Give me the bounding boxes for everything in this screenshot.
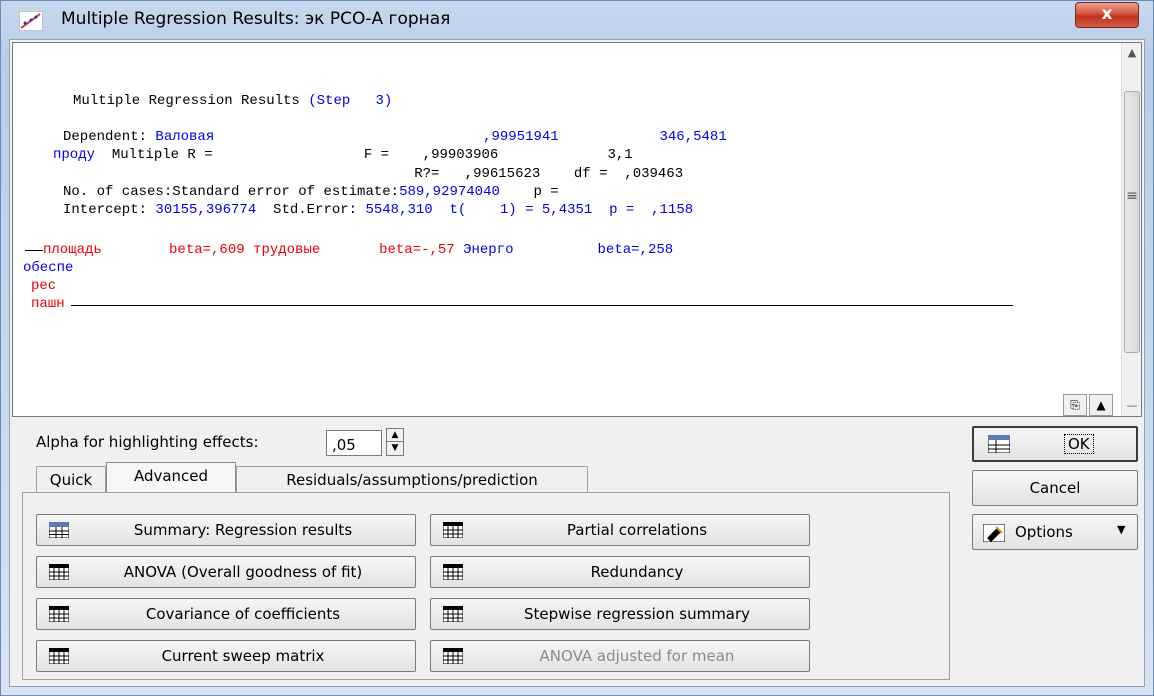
output-dependent-line: Dependent: Валовая ,99951941 346,5481 (63, 129, 727, 145)
alpha-spinner[interactable]: ▲ ▼ (386, 428, 404, 456)
table-icon (443, 606, 463, 622)
alpha-input[interactable] (326, 430, 382, 456)
table-icon (443, 564, 463, 580)
close-icon: x (1101, 4, 1113, 24)
output-rule-left (25, 250, 43, 251)
options-icon (983, 524, 1005, 542)
output-intercept-line: Intercept: 30155,396774 Std.Error: 5548,… (63, 202, 694, 218)
alpha-label: Alpha for highlighting effects: (36, 433, 259, 451)
regression-app-icon (19, 11, 43, 31)
output-heading: Multiple Regression Results (Step 3) (73, 93, 393, 109)
regression-results-window: Multiple Regression Results: эк РСО-А го… (0, 0, 1154, 696)
partial-correlations-button[interactable]: Partial correlations (430, 514, 810, 546)
output-multiple-r-line: проду Multiple R = F = ,99903906 3,1 (53, 147, 633, 163)
table-icon (443, 648, 463, 664)
output-var-obespe: обеспе (23, 260, 74, 276)
close-button[interactable]: x (1075, 2, 1139, 28)
sweep-matrix-button[interactable]: Current sweep matrix (36, 640, 416, 672)
scroll-thumb[interactable] (1124, 91, 1140, 353)
output-var-pashn: пашн (31, 296, 65, 312)
scroll-split-icon: ≡ (1126, 188, 1138, 204)
covariance-button[interactable]: Covariance of coefficients (36, 598, 416, 630)
top-output-button[interactable]: ▲ (1089, 394, 1113, 416)
anova-button[interactable]: ANOVA (Overall goodness of fit) (36, 556, 416, 588)
output-rule-bottom (71, 305, 1013, 306)
output-vertical-scrollbar[interactable]: ▲ ≡ — (1121, 43, 1141, 416)
dialog-body: Multiple Regression Results (Step 3) Dep… (9, 39, 1145, 687)
tab-quick[interactable]: Quick (36, 466, 106, 494)
table-icon (49, 564, 69, 580)
arrow-up-icon: ▲ (1096, 398, 1106, 412)
copy-icon: ⎘ (1070, 398, 1080, 412)
options-button[interactable]: Options ▼ (972, 514, 1138, 550)
anova-adjusted-button[interactable]: ANOVA adjusted for mean (430, 640, 810, 672)
chevron-down-icon: ▼ (1117, 523, 1126, 536)
results-output-pane[interactable]: Multiple Regression Results (Step 3) Dep… (12, 42, 1142, 417)
spin-down-icon[interactable]: ▼ (387, 442, 403, 454)
spin-up-icon[interactable]: ▲ (387, 429, 403, 442)
summary-table-icon (49, 522, 69, 538)
tab-residuals[interactable]: Residuals/assumptions/prediction (236, 466, 588, 494)
stepwise-summary-button[interactable]: Stepwise regression summary (430, 598, 810, 630)
table-icon (49, 648, 69, 664)
copy-output-button[interactable]: ⎘ (1063, 394, 1087, 416)
ok-table-icon (988, 435, 1010, 453)
summary-button[interactable]: Summary: Regression results (36, 514, 416, 546)
output-cases-line: No. of cases:Standard error of estimate:… (63, 184, 559, 200)
output-var-res: рес (31, 278, 57, 294)
title-bar[interactable]: Multiple Regression Results: эк РСО-А го… (1, 1, 1153, 39)
ok-button[interactable]: OK (972, 426, 1138, 462)
output-beta-line: площадь beta=,609 трудовые beta=-,57 Эне… (43, 242, 674, 258)
tab-advanced[interactable]: Advanced (106, 462, 236, 493)
scroll-down-icon[interactable]: — (1122, 396, 1141, 416)
redundancy-button[interactable]: Redundancy (430, 556, 810, 588)
output-r2-line: R?= ,99615623 df = ,039463 (53, 166, 684, 182)
scroll-up-icon[interactable]: ▲ (1122, 43, 1141, 63)
window-title: Multiple Regression Results: эк РСО-А го… (61, 9, 451, 29)
table-icon (49, 606, 69, 622)
table-icon (443, 522, 463, 538)
cancel-button[interactable]: Cancel (972, 470, 1138, 506)
